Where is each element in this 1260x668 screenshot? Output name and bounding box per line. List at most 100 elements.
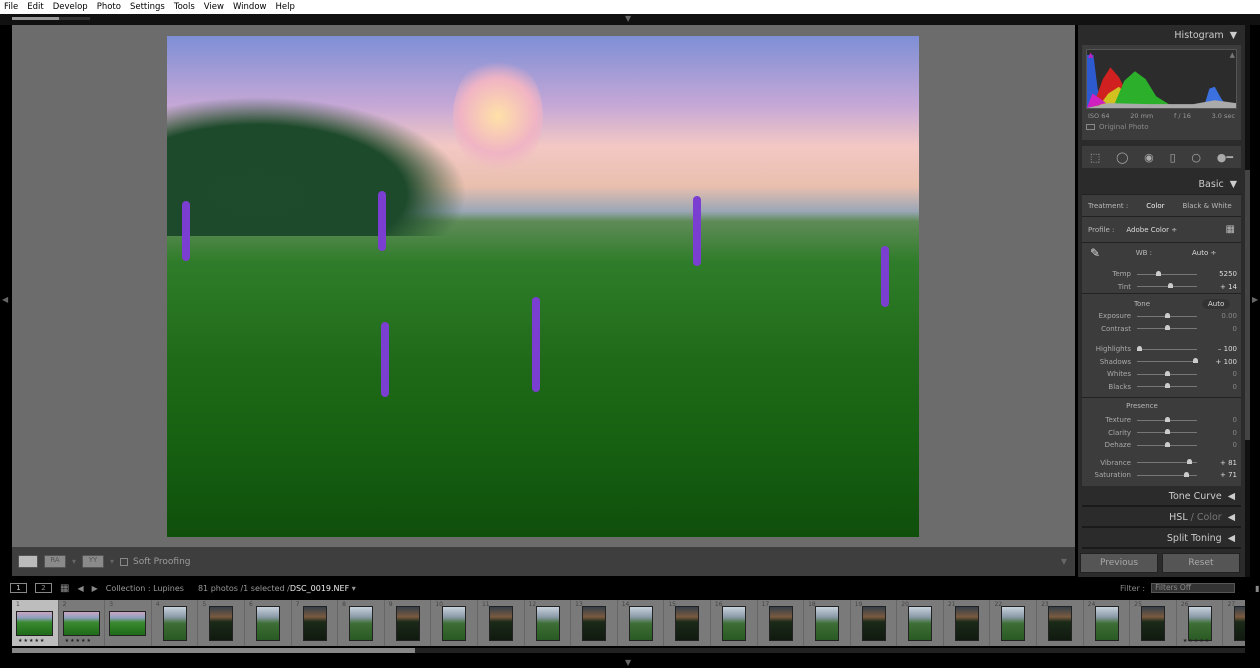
left-panel-toggle-icon[interactable]: ◀ — [2, 295, 8, 304]
checkbox[interactable] — [120, 557, 129, 566]
filmstrip-thumbnail[interactable]: 3 — [105, 600, 152, 646]
slider-thumb[interactable] — [1165, 429, 1170, 435]
slider-track[interactable] — [1137, 325, 1197, 331]
filmstrip-thumbnail[interactable]: 19 — [851, 600, 898, 646]
previous-button[interactable]: Previous — [1080, 553, 1158, 573]
shadow-clipping-icon[interactable]: ▲ — [1088, 51, 1093, 59]
slider-track[interactable] — [1137, 312, 1197, 318]
filmstrip-thumbnail[interactable]: 10 — [431, 600, 478, 646]
toolbar-menu-icon[interactable]: ▼ — [1061, 557, 1067, 566]
selected-filename[interactable]: DSC_0019.NEF — [290, 584, 349, 593]
chevron-down-icon[interactable]: ▾ — [72, 557, 76, 566]
filmstrip-thumbnail[interactable]: 8 — [338, 600, 385, 646]
loupe-view-button[interactable] — [18, 555, 38, 568]
menu-photo[interactable]: Photo — [97, 2, 121, 12]
filter-select[interactable]: Filters Off — [1151, 583, 1236, 593]
slider-value[interactable]: 0 — [1197, 383, 1237, 391]
slider-thumb[interactable] — [1165, 441, 1170, 447]
slider-thumb[interactable] — [1137, 345, 1143, 351]
tone-curve-header[interactable]: Tone Curve ◀ — [1082, 488, 1241, 507]
chevron-down-icon[interactable]: ▾ — [110, 557, 114, 566]
hsl-tab[interactable]: HSL — [1169, 512, 1187, 523]
slider-value[interactable]: 0 — [1197, 441, 1237, 449]
slider-thumb[interactable] — [1168, 283, 1173, 289]
adjustment-brush-icon[interactable]: ●━ — [1217, 151, 1233, 164]
menu-develop[interactable]: Develop — [53, 2, 88, 12]
before-after-swap-button[interactable]: YY — [82, 555, 105, 568]
slider-track[interactable] — [1137, 270, 1197, 276]
filmstrip-thumbnail[interactable]: 22 — [990, 600, 1038, 646]
slider-value[interactable]: 0 — [1197, 416, 1237, 424]
spot-removal-icon[interactable]: ◯ — [1116, 151, 1128, 164]
slider-track[interactable] — [1137, 283, 1197, 289]
histogram[interactable]: ▲ ▲ — [1086, 49, 1237, 109]
radial-filter-icon[interactable]: ○ — [1191, 151, 1201, 164]
filmstrip-thumbnail[interactable]: 5 — [198, 600, 245, 646]
original-photo-toggle[interactable]: Original Photo — [1086, 123, 1237, 131]
filmstrip-thumbnail[interactable]: 23 — [1037, 600, 1084, 646]
slider-track[interactable] — [1137, 471, 1197, 477]
slider-thumb[interactable] — [1165, 325, 1170, 331]
menu-window[interactable]: Window — [233, 2, 267, 12]
slider-thumb[interactable] — [1165, 312, 1170, 318]
profile-select[interactable]: Adobe Color ÷ — [1126, 226, 1177, 234]
filmstrip-thumbnail[interactable]: 25 — [1130, 600, 1177, 646]
graduated-filter-icon[interactable]: ▯ — [1170, 151, 1176, 164]
filmstrip-thumbnail[interactable]: 9 — [385, 600, 432, 646]
slider-track[interactable] — [1137, 358, 1198, 364]
menu-tools[interactable]: Tools — [174, 2, 195, 12]
slider-value[interactable]: – 100 — [1197, 345, 1237, 353]
slider-track[interactable] — [1137, 370, 1197, 376]
menu-help[interactable]: Help — [275, 2, 294, 12]
slider-thumb[interactable] — [1186, 459, 1192, 465]
right-panel-scrollbar[interactable] — [1245, 25, 1250, 577]
slider-value[interactable]: 0.00 — [1197, 312, 1237, 320]
slider-value[interactable]: + 81 — [1197, 459, 1237, 467]
filmstrip-thumbnail[interactable]: 11 — [478, 600, 525, 646]
highlight-clipping-icon[interactable]: ▲ — [1230, 51, 1235, 59]
filmstrip-thumbnail[interactable]: 13 — [571, 600, 618, 646]
collection-source[interactable]: Collection : Lupines — [106, 584, 184, 593]
back-arrow-icon[interactable]: ◀ — [77, 584, 83, 593]
before-after-button[interactable]: RA — [44, 555, 66, 568]
slider-value[interactable]: 0 — [1197, 429, 1237, 437]
filmstrip-thumbnail[interactable]: 7 — [292, 600, 339, 646]
photo-preview[interactable] — [167, 36, 919, 537]
menu-file[interactable]: File — [4, 2, 18, 12]
grid-icon[interactable]: ▦ — [60, 583, 69, 594]
slider-value[interactable]: 0 — [1197, 370, 1237, 378]
slider-track[interactable] — [1137, 429, 1197, 435]
eyedropper-icon[interactable]: ✎ — [1082, 246, 1112, 260]
hsl-header[interactable]: HSL / Color ◀ — [1082, 509, 1241, 528]
slider-thumb[interactable] — [1165, 416, 1170, 422]
treatment-bw-button[interactable]: Black & White — [1182, 202, 1231, 210]
filmstrip-scrollbar[interactable] — [12, 648, 1245, 653]
filmstrip-thumbnail[interactable]: 18 — [804, 600, 851, 646]
wb-select[interactable]: Auto ÷ — [1192, 249, 1216, 257]
filter-lock-icon[interactable]: ▮ — [1255, 584, 1259, 593]
slider-thumb[interactable] — [1184, 471, 1190, 477]
forward-arrow-icon[interactable]: ▶ — [92, 584, 98, 593]
slider-track[interactable] — [1137, 441, 1197, 447]
filmstrip-thumbnail[interactable]: 12 — [525, 600, 572, 646]
bottom-panel-toggle-icon[interactable]: ▼ — [625, 658, 631, 667]
treatment-color-button[interactable]: Color — [1146, 202, 1164, 210]
menu-edit[interactable]: Edit — [27, 2, 43, 12]
reset-button[interactable]: Reset — [1162, 553, 1240, 573]
filmstrip-thumbnail[interactable]: 27 — [1223, 600, 1245, 646]
histogram-header[interactable]: Histogram ▼ — [1078, 25, 1245, 45]
slider-value[interactable]: + 71 — [1197, 471, 1237, 479]
menu-settings[interactable]: Settings — [130, 2, 165, 12]
filmstrip-thumbnail[interactable]: 4 — [152, 600, 199, 646]
main-window-button[interactable]: 1 — [10, 583, 27, 593]
soft-proofing-toggle[interactable]: Soft Proofing — [120, 557, 191, 567]
slider-thumb[interactable] — [1165, 370, 1170, 376]
slider-track[interactable] — [1137, 416, 1197, 422]
filmstrip-thumbnail[interactable]: 24 — [1084, 600, 1131, 646]
slider-value[interactable]: + 100 — [1197, 358, 1237, 366]
slider-track[interactable] — [1137, 459, 1197, 465]
split-toning-header[interactable]: Split Toning ◀ — [1082, 530, 1241, 549]
right-panel-toggle-icon[interactable]: ▶ — [1252, 295, 1258, 304]
menu-view[interactable]: View — [204, 2, 224, 12]
filmstrip-thumbnail[interactable]: 17 — [758, 600, 805, 646]
